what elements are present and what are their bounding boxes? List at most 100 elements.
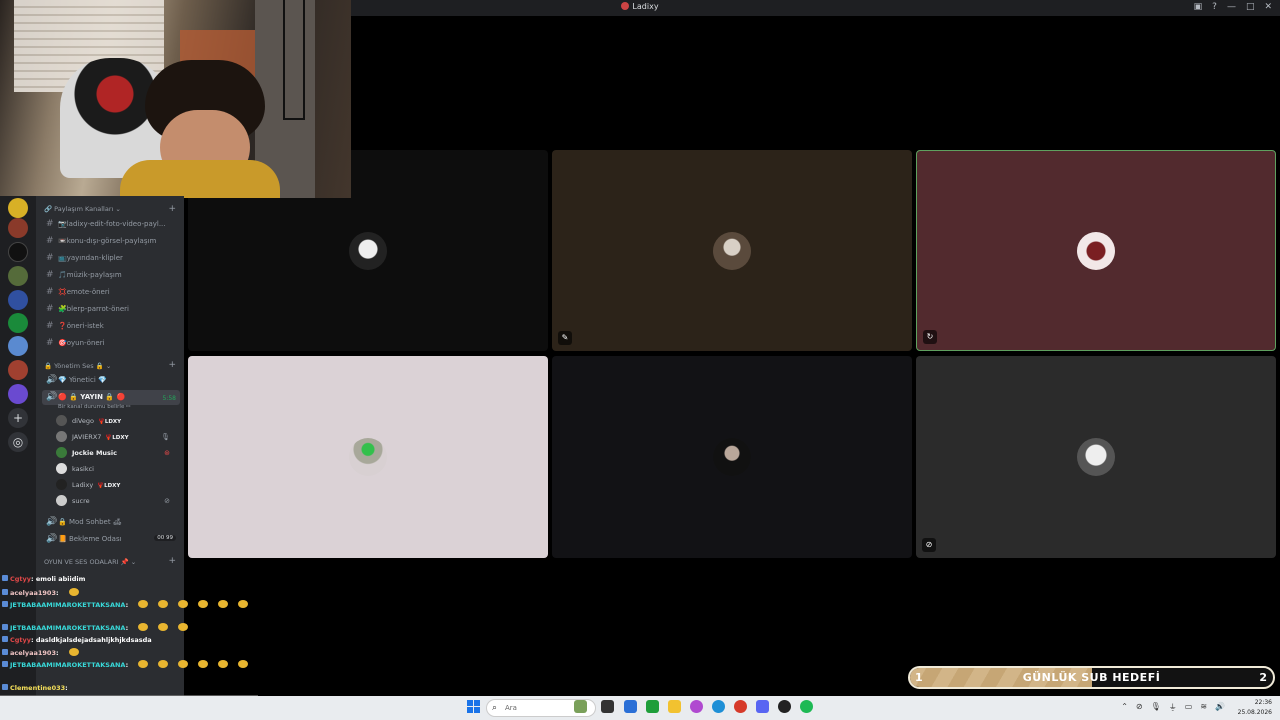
voice-user[interactable]: diVego 🦞LDXY (56, 414, 176, 429)
add-channel-icon[interactable]: + (168, 360, 176, 370)
server-icon[interactable] (8, 218, 28, 238)
chat-message: Clementine033: (2, 684, 68, 692)
participant-avatar (349, 231, 387, 270)
participant-tile[interactable]: ✎ (552, 150, 912, 351)
emote-icon (68, 588, 79, 596)
server-icon[interactable] (8, 313, 28, 333)
add-server-icon[interactable]: + (8, 408, 28, 428)
participant-avatar (713, 231, 751, 270)
streamer-shirt (120, 160, 280, 198)
text-channel[interactable]: # 📼konu-dışı-görsel-paylaşım (42, 234, 180, 249)
server-icon[interactable] (8, 198, 28, 218)
add-channel-icon[interactable]: + (168, 204, 176, 214)
chat-message: JETBABAAMIMAROKETTAKSANA: (2, 623, 189, 632)
start-button[interactable] (467, 700, 481, 714)
inbox-icon[interactable]: ▣ (1194, 2, 1203, 12)
badge-icon (2, 661, 8, 667)
voice-channel-yonetici[interactable]: 🔊💎 Yönetici 💎 (42, 373, 180, 388)
lamp (283, 0, 305, 120)
spotify-icon[interactable] (800, 700, 813, 713)
avatar (56, 447, 67, 458)
emote-icon (158, 600, 169, 608)
task-view-icon[interactable] (601, 700, 614, 713)
taskbar-clock[interactable]: 22:36 25.08.2026 (1238, 698, 1272, 718)
server-icon[interactable] (8, 360, 28, 380)
hash-icon: # (46, 236, 54, 246)
chat-message: JETBABAAMIMAROKETTAKSANA: (2, 660, 249, 669)
chevron-up-icon[interactable]: ⌃ (1121, 702, 1128, 713)
help-icon[interactable]: ? (1212, 2, 1217, 12)
text-channel[interactable]: # 📷ladixy-edit-foto-video-payl... (42, 217, 180, 232)
call-timer: 5:58 (162, 395, 176, 402)
participant-avatar (713, 438, 751, 476)
webcam-overlay (0, 0, 351, 198)
voice-user[interactable]: Ladixy 🦞LDXY (56, 478, 176, 493)
emote-icon (158, 660, 169, 668)
emote-icon (198, 660, 209, 668)
windows-taskbar: ⌕ Ara ⌃ ⊘ 🎙 ⏚ ▭ ≋ 🔊 22:36 25.08.2026 (0, 696, 1280, 720)
mic-icon[interactable]: 🎙 (1151, 702, 1161, 713)
badge-icon (2, 589, 8, 595)
goal-label: GÜNLÜK SUB HEDEFİ (1022, 671, 1161, 684)
voice-user[interactable]: Jockie Music ⊛ (56, 446, 176, 461)
text-channel[interactable]: # ❓öneri-istek (42, 319, 180, 334)
volume-icon[interactable]: 🔊 (1215, 702, 1225, 713)
emote-icon (218, 600, 229, 608)
discord-icon[interactable] (756, 700, 769, 713)
participant-tile[interactable]: ⊘ (916, 356, 1276, 558)
emote-icon (138, 600, 149, 608)
usb-icon[interactable]: ⏚ (1169, 702, 1177, 713)
voice-user[interactable]: JAVIERX7 🦞LDXY 🎙 (56, 430, 176, 445)
category-header[interactable]: 🔒 Yönetim Ses 🔒 ⌄ (44, 362, 111, 370)
speaker-icon: 🔊 (46, 375, 58, 385)
participant-avatar (349, 438, 387, 476)
voice-user[interactable]: kasikci (56, 462, 176, 477)
server-icon[interactable] (8, 336, 28, 356)
store-icon[interactable] (624, 700, 637, 713)
close-button[interactable]: ✕ (1264, 2, 1272, 12)
speaker-icon: 🔊 (46, 517, 58, 527)
chat-message: JETBABAAMIMAROKETTAKSANA: (2, 600, 249, 609)
server-icon[interactable] (8, 266, 28, 286)
avatar (56, 495, 67, 506)
xbox-icon[interactable] (646, 700, 659, 713)
copilot-icon[interactable] (690, 700, 703, 713)
server-icon[interactable] (8, 242, 28, 262)
category-header[interactable]: 🔗 Paylaşım Kanalları ⌄ (44, 205, 121, 213)
text-channel[interactable]: # 💢emote-öneri (42, 285, 180, 300)
emote-icon (178, 600, 189, 608)
speaker-icon: 🔊 (46, 534, 58, 544)
chrome-icon[interactable] (734, 700, 747, 713)
wifi-icon[interactable]: ≋ (1200, 702, 1207, 713)
participant-tile[interactable] (552, 356, 912, 558)
system-tray: ⌃ ⊘ 🎙 ⏚ ▭ ≋ 🔊 (1121, 702, 1225, 713)
display-icon[interactable]: ▭ (1185, 702, 1193, 713)
text-channel[interactable]: # 🧩blerp-parrot-öneri (42, 302, 180, 317)
add-channel-icon[interactable]: + (168, 556, 176, 566)
participant-tile-selected[interactable]: ↻ (916, 150, 1276, 351)
file-explorer-icon[interactable] (668, 700, 681, 713)
text-channel[interactable]: # 🎵müzik-paylaşım (42, 268, 180, 283)
voice-channel-mod[interactable]: 🔊🔒 Mod Sohbet 🛋 (42, 515, 180, 530)
server-icon[interactable] (8, 290, 28, 310)
emote-icon (238, 600, 249, 608)
maximize-button[interactable]: □ (1246, 2, 1255, 12)
category-header[interactable]: OYUN VE SES ODALARI 📌 ⌄ (44, 558, 136, 566)
emote-icon (218, 660, 229, 668)
voice-channel-yayin[interactable]: 🔊🔴 🔒 YAYIN 🔒 🔴 (42, 390, 180, 405)
network-icon[interactable]: ⊘ (1136, 702, 1143, 713)
badge-icon (2, 636, 8, 642)
discover-icon[interactable]: ◎ (8, 432, 28, 452)
obs-icon[interactable] (778, 700, 791, 713)
edge-icon[interactable] (712, 700, 725, 713)
minimize-button[interactable]: — (1227, 2, 1236, 12)
text-channel[interactable]: # 📺yayından-klipler (42, 251, 180, 266)
text-channel[interactable]: # 🎯oyun-öneri (42, 336, 180, 351)
speaker-icon: 🔊 (46, 392, 58, 402)
widgets-icon[interactable] (574, 700, 587, 713)
muted-icon: 🎙 (161, 433, 170, 441)
server-icon[interactable] (8, 384, 28, 404)
channel-status[interactable]: Bir kanal durumu belirle ✏ (58, 404, 131, 410)
voice-user[interactable]: sucre ⊘ (56, 494, 176, 509)
participant-tile[interactable] (188, 356, 548, 558)
